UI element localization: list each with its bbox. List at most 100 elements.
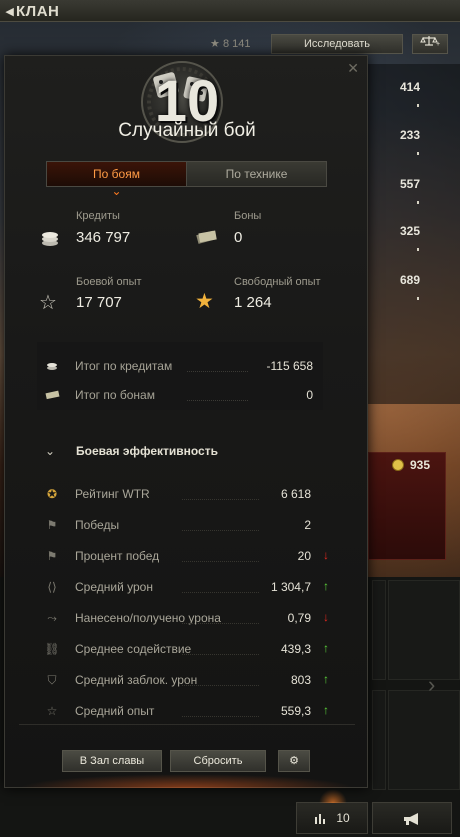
summary-row-bonds: Итог по бонам 0 bbox=[37, 385, 323, 405]
hall-of-fame-button[interactable]: В Зал славы bbox=[62, 750, 162, 772]
stats-tabs: По боям По технике bbox=[46, 161, 327, 187]
param-value: 557 bbox=[399, 177, 420, 191]
trend-down-icon: ↓ bbox=[323, 610, 329, 624]
window-title-text: КЛАН bbox=[16, 3, 60, 20]
combat-xp-value: 17 707 bbox=[76, 294, 122, 311]
efficiency-row: ☆ Средний опыт 559,3 ↑ bbox=[37, 700, 329, 722]
window-title[interactable]: ◂ КЛАН bbox=[6, 2, 59, 20]
param-marker bbox=[417, 104, 419, 107]
trend-up-icon: ↑ bbox=[323, 579, 329, 593]
bonds-value: 0 bbox=[234, 229, 243, 246]
efficiency-value: 439,3 bbox=[280, 642, 311, 656]
carousel-slot[interactable] bbox=[372, 690, 386, 790]
summary-value: -115 658 bbox=[266, 359, 313, 373]
efficiency-row: ⛉ Средний заблок. урон 803 ↑ bbox=[37, 669, 329, 691]
divider bbox=[19, 724, 355, 725]
carousel-slot[interactable] bbox=[388, 690, 460, 790]
xp-icon: ☆ bbox=[46, 704, 58, 718]
credits-label: Кредиты bbox=[76, 210, 120, 222]
dotted-leader bbox=[182, 623, 259, 624]
combat-xp-star-icon: ☆ bbox=[39, 292, 57, 314]
summary-value: 0 bbox=[306, 388, 313, 402]
dotted-leader bbox=[187, 371, 248, 372]
chevron-right-icon[interactable]: › bbox=[428, 672, 435, 698]
free-xp-star-icon: ★ bbox=[195, 290, 214, 313]
summary-row-credits: Итог по кредитам -115 658 bbox=[37, 356, 323, 376]
trend-up-icon: ↑ bbox=[323, 703, 329, 717]
flag-icon: ⚑ bbox=[46, 518, 58, 532]
efficiency-label: Средний заблок. урон bbox=[75, 673, 198, 687]
session-stats-popup: ✕ 10 Случайный бой По боям По технике Кр… bbox=[4, 55, 368, 788]
gold-coin-icon bbox=[392, 459, 404, 471]
efficiency-label: Средний урон bbox=[75, 580, 153, 594]
blocked-icon: ⛉ bbox=[47, 673, 57, 687]
assist-icon: ⛓ bbox=[44, 642, 60, 656]
vehicle-params-panel: 414 233 557 325 689 bbox=[368, 64, 460, 404]
megaphone-icon bbox=[404, 813, 418, 826]
combat-xp-label: Боевой опыт bbox=[76, 276, 142, 288]
param-marker bbox=[417, 152, 419, 155]
efficiency-value: 1 304,7 bbox=[270, 580, 311, 594]
efficiency-value: 803 bbox=[290, 673, 311, 687]
bottom-glow bbox=[19, 774, 355, 788]
flag-icon: ⚑ bbox=[46, 549, 58, 563]
star-icon: ★ bbox=[210, 38, 220, 50]
gear-icon: ⚙ bbox=[289, 755, 299, 767]
efficiency-value: 20 bbox=[297, 549, 311, 563]
summary-label: Итог по бонам bbox=[75, 388, 155, 402]
efficiency-value: 559,3 bbox=[280, 704, 311, 718]
back-arrow-icon[interactable]: ◂ bbox=[6, 3, 14, 20]
research-button[interactable]: Исследовать bbox=[271, 34, 403, 54]
tab-by-vehicles[interactable]: По технике bbox=[187, 162, 326, 186]
efficiency-row: ✪ Рейтинг WTR 6 618 bbox=[37, 483, 329, 505]
param-marker bbox=[417, 248, 419, 251]
reset-button[interactable]: Сбросить bbox=[170, 750, 266, 772]
credits-icon bbox=[42, 232, 58, 246]
settings-button[interactable]: ⚙ bbox=[278, 750, 310, 772]
efficiency-label: Процент побед bbox=[75, 549, 160, 563]
param-value: 689 bbox=[399, 273, 420, 287]
credits-value: 346 797 bbox=[76, 229, 131, 246]
param-marker bbox=[417, 297, 419, 300]
gold-value: 935 bbox=[410, 458, 431, 472]
param-value: 414 bbox=[399, 80, 420, 94]
carousel-slot[interactable] bbox=[388, 580, 460, 680]
chevron-down-icon[interactable]: ⌄ bbox=[45, 444, 55, 458]
free-xp-value: 1 264 bbox=[234, 294, 272, 311]
free-xp-label: Свободный опыт bbox=[234, 276, 321, 288]
param-value: 233 bbox=[399, 128, 420, 142]
trend-down-icon: ↓ bbox=[323, 548, 329, 562]
vehicle-xp-value: 8 141 bbox=[222, 38, 251, 50]
bar-chart-icon bbox=[315, 814, 326, 824]
efficiency-row: ⚑ Процент побед 20 ↓ bbox=[37, 545, 329, 567]
dotted-leader bbox=[182, 716, 259, 717]
compare-button[interactable]: + bbox=[412, 34, 448, 54]
trend-up-icon: ↑ bbox=[323, 641, 329, 655]
credits-icon bbox=[47, 363, 57, 370]
efficiency-label: Среднее содействие bbox=[75, 642, 192, 656]
ratio-icon: ⤳ bbox=[47, 611, 57, 625]
tab-by-battles[interactable]: По боям bbox=[47, 162, 187, 186]
damage-icon: ⟨⟩ bbox=[47, 580, 57, 594]
scales-icon: + bbox=[420, 36, 440, 48]
wtr-icon: ✪ bbox=[46, 487, 58, 501]
efficiency-row: ⤳ Нанесено/получено урона 0,79 ↓ bbox=[37, 607, 329, 629]
efficiency-label: Победы bbox=[75, 518, 120, 532]
summary-label: Итог по кредитам bbox=[75, 359, 173, 373]
hall-of-fame-toggle[interactable]: 10 bbox=[296, 789, 368, 834]
dotted-leader bbox=[182, 530, 259, 531]
dotted-leader bbox=[182, 561, 259, 562]
efficiency-value: 6 618 bbox=[280, 487, 311, 501]
carousel-slot[interactable] bbox=[372, 580, 386, 680]
trend-up-icon: ↑ bbox=[323, 672, 329, 686]
notifications-button[interactable] bbox=[372, 802, 452, 834]
hall-count: 10 bbox=[336, 811, 350, 825]
summary-box: Итог по кредитам -115 658 Итог по бонам … bbox=[37, 342, 323, 410]
efficiency-row: ⚑ Победы 2 bbox=[37, 514, 329, 536]
efficiency-label: Рейтинг WTR bbox=[75, 487, 150, 501]
svg-text:+: + bbox=[436, 41, 440, 47]
vehicle-xp: ★ 8 141 bbox=[210, 37, 250, 50]
dotted-leader bbox=[182, 499, 259, 500]
efficiency-title[interactable]: Боевая эффективность bbox=[76, 444, 218, 458]
bonds-icon bbox=[45, 390, 60, 400]
